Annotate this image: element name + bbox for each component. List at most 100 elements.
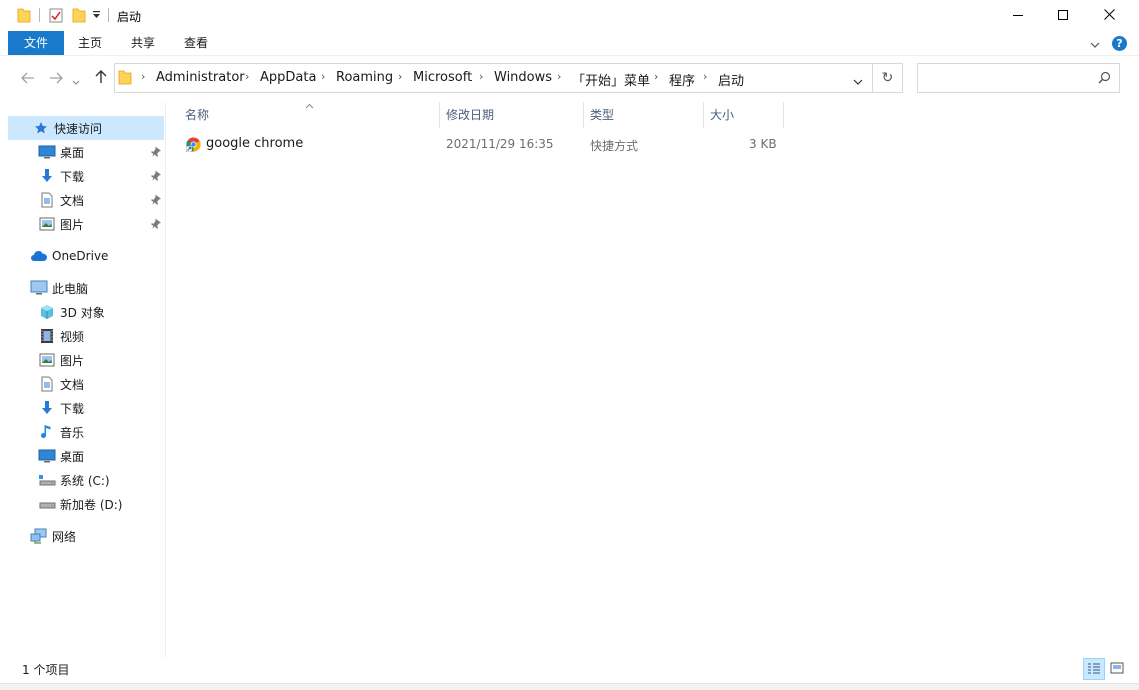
chrome-shortcut-icon (185, 137, 201, 155)
download-icon (38, 168, 56, 184)
breadcrumb-microsoft[interactable]: Microsoft (413, 70, 472, 85)
search-icon[interactable] (1098, 71, 1111, 87)
breadcrumb-separator: › (245, 70, 250, 83)
nav-item-onedrive[interactable]: OneDrive (8, 244, 164, 268)
nav-item-videos[interactable]: 视频 (8, 324, 164, 348)
sort-ascending-icon (305, 98, 314, 112)
nav-label: 下载 (60, 401, 85, 416)
nav-item-drive-d[interactable]: 新加卷 (D:) (8, 492, 164, 516)
tab-view[interactable]: 查看 (172, 31, 220, 55)
nav-item-pictures[interactable]: 图片 (8, 212, 164, 236)
up-arrow-icon (95, 70, 107, 88)
nav-item-documents-pc[interactable]: 文档 (8, 372, 164, 396)
column-separator[interactable] (703, 102, 704, 128)
large-icons-view-icon (1110, 662, 1124, 677)
nav-item-music[interactable]: 音乐 (8, 420, 164, 444)
nav-item-pictures-pc[interactable]: 图片 (8, 348, 164, 372)
pin-icon[interactable] (151, 218, 161, 232)
nav-item-network[interactable]: 网络 (8, 524, 164, 548)
refresh-button[interactable]: ↻ (873, 63, 903, 93)
tab-file[interactable]: 文件 (8, 31, 64, 55)
breadcrumb-startup[interactable]: 启动 (718, 70, 744, 89)
customize-quick-access-icon[interactable] (92, 9, 101, 23)
breadcrumb-separator: › (398, 70, 403, 83)
large-icons-view-button[interactable] (1106, 658, 1128, 680)
recent-locations-icon[interactable] (72, 75, 80, 89)
close-icon (1103, 8, 1115, 23)
computer-icon (30, 280, 48, 296)
nav-item-downloads[interactable]: 下载 (8, 164, 164, 188)
nav-item-downloads-pc[interactable]: 下载 (8, 396, 164, 420)
pin-icon[interactable] (151, 194, 161, 208)
nav-label: 3D 对象 (60, 305, 105, 320)
search-input[interactable] (917, 63, 1120, 93)
close-button[interactable] (1086, 0, 1132, 31)
breadcrumb-separator: › (321, 70, 326, 83)
column-separator[interactable] (783, 102, 784, 128)
refresh-icon: ↻ (881, 70, 894, 86)
3d-objects-icon (38, 304, 56, 320)
nav-item-3d-objects[interactable]: 3D 对象 (8, 300, 164, 324)
tab-home[interactable]: 主页 (66, 31, 114, 55)
back-button[interactable] (17, 68, 39, 90)
breadcrumb-separator: › (557, 70, 562, 83)
new-folder-icon[interactable] (72, 7, 86, 26)
pin-icon[interactable] (151, 146, 161, 160)
breadcrumb-administrator[interactable]: Administrator (156, 70, 245, 85)
address-folder-icon (118, 69, 132, 88)
column-header-size[interactable]: 大小 (710, 102, 734, 128)
forward-arrow-icon (49, 70, 63, 88)
back-arrow-icon (21, 70, 35, 88)
column-separator[interactable] (583, 102, 584, 128)
maximize-button[interactable] (1040, 0, 1086, 31)
nav-item-quick-access[interactable]: 快速访问 (8, 116, 164, 140)
column-header-type[interactable]: 类型 (590, 102, 614, 128)
breadcrumb-appdata[interactable]: AppData (260, 70, 316, 85)
nav-item-documents[interactable]: 文档 (8, 188, 164, 212)
up-button[interactable] (90, 68, 112, 90)
details-view-button[interactable] (1083, 658, 1105, 680)
nav-label: 图片 (60, 217, 85, 232)
breadcrumb-roaming[interactable]: Roaming (336, 70, 393, 85)
nav-item-desktop-pc[interactable]: 桌面 (8, 444, 164, 468)
expand-ribbon-icon[interactable] (1090, 38, 1100, 52)
video-icon (38, 328, 56, 344)
file-name[interactable]: google chrome (206, 136, 303, 151)
status-item-count: 1 个项目 (22, 663, 70, 677)
breadcrumb-start-menu[interactable]: 「开始」菜单 (572, 70, 650, 89)
nav-label: 文档 (60, 193, 85, 208)
forward-button[interactable] (45, 68, 67, 90)
network-icon (30, 528, 48, 544)
column-header-name[interactable]: 名称 (185, 102, 209, 128)
properties-icon[interactable] (49, 7, 63, 26)
breadcrumb-windows[interactable]: Windows (494, 70, 552, 85)
title-bar (0, 0, 1139, 31)
file-modified: 2021/11/29 16:35 (446, 137, 554, 151)
folder-icon (17, 7, 31, 26)
nav-label: 下载 (60, 169, 85, 184)
nav-label: 图片 (60, 353, 85, 368)
nav-item-this-pc[interactable]: 此电脑 (8, 276, 164, 300)
breadcrumb-programs[interactable]: 程序 (669, 70, 695, 89)
title-separator (108, 8, 109, 22)
help-icon[interactable]: ? (1112, 36, 1127, 51)
window-title: 启动 (117, 10, 142, 24)
details-view-icon (1087, 662, 1101, 677)
breadcrumb-separator: › (703, 70, 708, 83)
pin-icon[interactable] (151, 170, 161, 184)
tab-share[interactable]: 共享 (118, 31, 168, 55)
breadcrumb-separator: › (479, 70, 484, 83)
address-history-dropdown[interactable] (853, 75, 863, 89)
maximize-icon (1058, 9, 1068, 23)
column-header-modified[interactable]: 修改日期 (446, 102, 494, 128)
desktop-icon (38, 144, 56, 160)
document-icon (38, 192, 56, 208)
nav-item-desktop[interactable]: 桌面 (8, 140, 164, 164)
nav-label: 此电脑 (52, 281, 89, 296)
column-separator[interactable] (439, 102, 440, 128)
system-drive-icon (38, 472, 56, 488)
nav-item-drive-c[interactable]: 系统 (C:) (8, 468, 164, 492)
nav-label: 桌面 (60, 449, 85, 464)
file-type: 快捷方式 (590, 139, 639, 153)
minimize-button[interactable] (995, 0, 1041, 31)
